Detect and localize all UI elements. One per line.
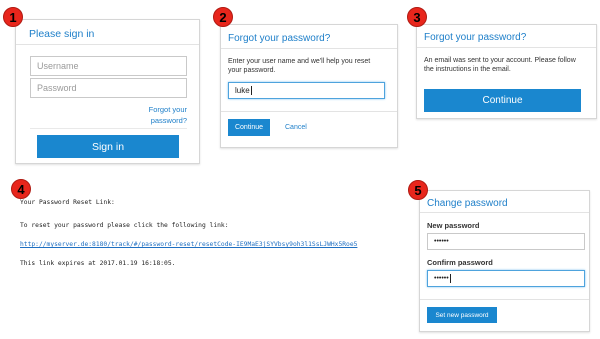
email-sent-message: An email was sent to your account. Pleas… bbox=[424, 56, 576, 74]
divider bbox=[221, 111, 397, 112]
cancel-button[interactable]: Cancel bbox=[285, 124, 307, 131]
forgot-password-panel: Forgot your password? Enter your user na… bbox=[220, 24, 398, 148]
message-line1: An email was sent to your account. Pleas… bbox=[424, 57, 576, 64]
password-placeholder: Password bbox=[37, 83, 77, 93]
new-password-value: •••••• bbox=[434, 238, 449, 245]
username-placeholder: Username bbox=[37, 61, 79, 71]
continue-button[interactable]: Continue bbox=[228, 119, 270, 136]
message-line2: the instructions in the email. bbox=[424, 66, 511, 73]
divider bbox=[221, 48, 397, 49]
divider bbox=[420, 299, 589, 300]
set-new-password-button[interactable]: Set new password bbox=[427, 307, 497, 323]
change-password-panel: Change password New password •••••• Conf… bbox=[419, 190, 590, 332]
sign-in-panel: Please sign in Username Password Forgot … bbox=[15, 19, 200, 164]
instructions-line2: your password. bbox=[228, 67, 276, 74]
sign-in-button[interactable]: Sign in bbox=[37, 135, 179, 158]
divider bbox=[30, 128, 187, 129]
new-password-label: New password bbox=[427, 221, 480, 230]
email-instruction: To reset your password please click the … bbox=[20, 222, 229, 229]
confirm-password-input[interactable]: •••••• bbox=[427, 270, 585, 287]
divider bbox=[16, 44, 199, 45]
confirm-password-label: Confirm password bbox=[427, 258, 493, 267]
text-cursor bbox=[250, 86, 252, 95]
step-badge-2: 2 bbox=[213, 7, 233, 27]
email-sent-panel: Forgot your password? An email was sent … bbox=[416, 24, 597, 119]
password-input[interactable]: Password bbox=[30, 78, 187, 98]
text-cursor bbox=[449, 274, 451, 283]
email-continue-button[interactable]: Continue bbox=[424, 89, 581, 112]
link-expiry: This link expires at 2017.01.19 16:18:05… bbox=[20, 260, 176, 267]
step-badge-1: 1 bbox=[3, 7, 23, 27]
step-badge-3: 3 bbox=[407, 7, 427, 27]
email-heading: Your Password Reset Link: bbox=[20, 199, 115, 206]
forgot-link-line1: Forgot your bbox=[148, 105, 187, 114]
divider bbox=[420, 212, 589, 213]
forgot-password-link[interactable]: Forgot your password? bbox=[149, 104, 187, 126]
forgot-link-line2: password? bbox=[150, 116, 187, 125]
instructions-line1: Enter your user name and we'll help you … bbox=[228, 58, 371, 65]
sign-in-title: Please sign in bbox=[29, 28, 95, 40]
divider bbox=[417, 47, 596, 48]
email-sent-title: Forgot your password? bbox=[424, 32, 527, 43]
step-badge-4: 4 bbox=[11, 179, 31, 199]
password-reset-link[interactable]: http://myserver.de:8180/track/#/password… bbox=[20, 241, 357, 248]
forgot-instructions: Enter your user name and we'll help you … bbox=[228, 57, 370, 75]
new-password-input[interactable]: •••••• bbox=[427, 233, 585, 250]
username-input[interactable]: Username bbox=[30, 56, 187, 76]
change-password-title: Change password bbox=[427, 198, 508, 209]
step-badge-5: 5 bbox=[408, 180, 428, 200]
forgot-username-input[interactable]: luke bbox=[228, 82, 385, 99]
forgot-username-value: luke bbox=[235, 86, 250, 95]
confirm-password-value: •••••• bbox=[434, 275, 449, 282]
forgot-password-title: Forgot your password? bbox=[228, 33, 331, 44]
